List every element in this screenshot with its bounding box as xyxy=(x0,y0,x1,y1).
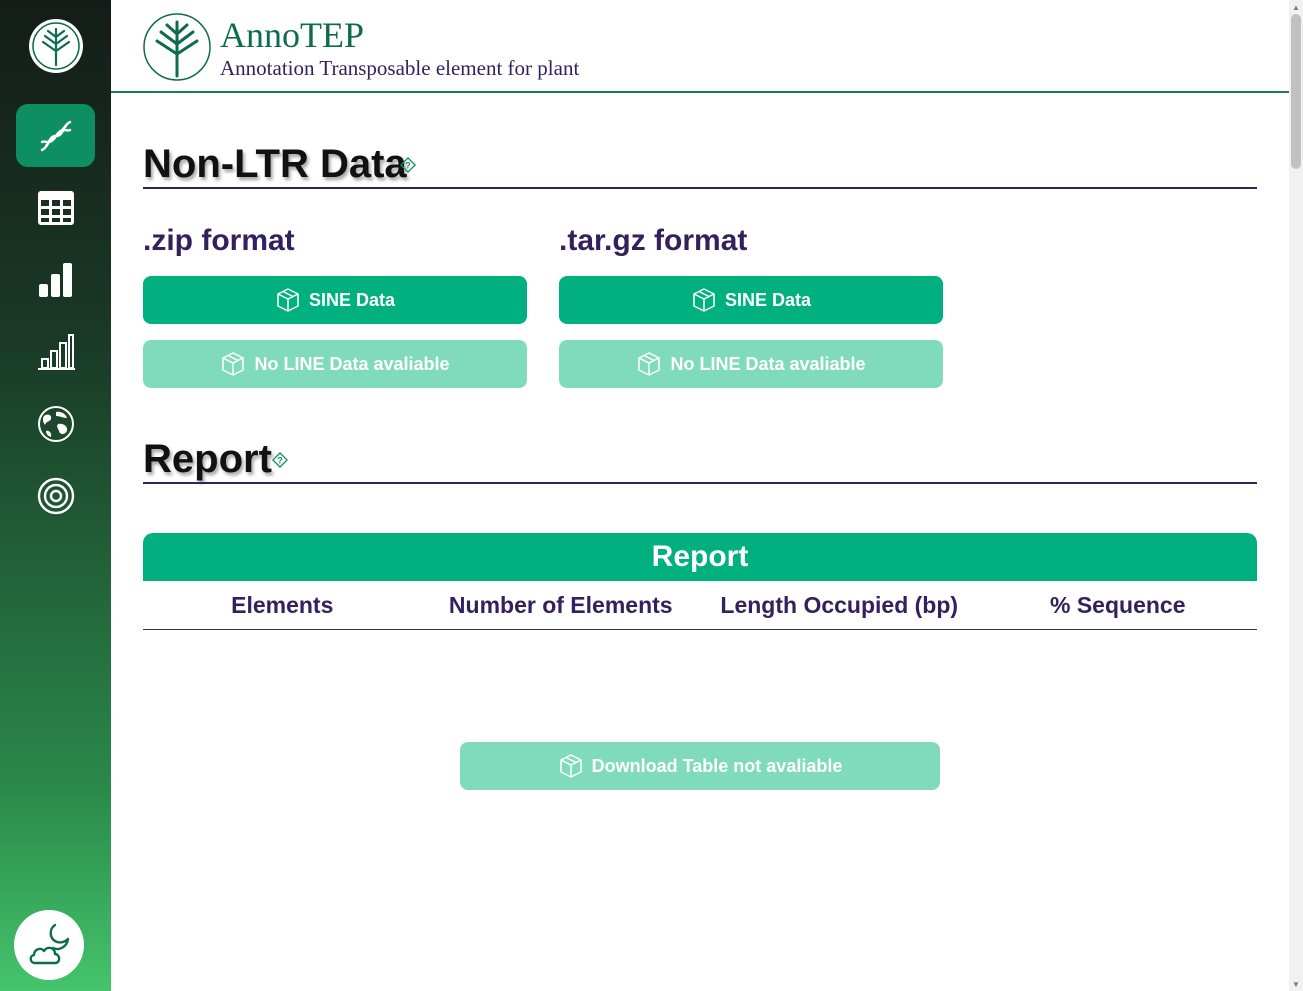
targz-sine-label: SINE Data xyxy=(724,289,812,310)
nav-item-target[interactable] xyxy=(16,464,95,527)
zip-sine-download-button[interactable]: SINE Data xyxy=(143,276,527,324)
nav-item-non-ltr[interactable] xyxy=(16,104,95,167)
column-header: % Sequence xyxy=(1050,591,1186,618)
target-icon xyxy=(37,477,74,514)
section-divider xyxy=(143,482,1257,484)
plant-logo-icon xyxy=(32,22,80,70)
help-icon[interactable]: ? xyxy=(272,452,288,468)
zip-sine-label: SINE Data xyxy=(308,289,396,310)
brand-title: AnnoTEP xyxy=(220,15,364,55)
globe-icon xyxy=(37,405,74,442)
nav-item-globe[interactable] xyxy=(16,392,95,455)
nav-item-bar-chart[interactable] xyxy=(16,248,95,311)
bar-chart-icon xyxy=(38,262,72,297)
theme-toggle-button[interactable] xyxy=(14,910,84,980)
targz-line-label: No LINE Data avaliable xyxy=(670,353,866,374)
moon-cloud-icon xyxy=(29,923,70,965)
sidebar xyxy=(0,0,111,991)
package-icon xyxy=(638,352,661,376)
svg-text:?: ? xyxy=(405,161,411,171)
download-table-button[interactable]: Download Table not avaliable xyxy=(460,742,940,790)
svg-text:?: ? xyxy=(277,456,283,466)
zip-line-download-button[interactable]: No LINE Data avaliable xyxy=(143,340,527,388)
scroll-down-arrow-icon[interactable]: ▼ xyxy=(1289,977,1303,991)
sidebar-logo[interactable] xyxy=(29,19,83,73)
download-table-label: Download Table not avaliable xyxy=(591,755,843,776)
targz-sine-download-button[interactable]: SINE Data xyxy=(559,276,943,324)
targz-line-download-button[interactable]: No LINE Data avaliable xyxy=(559,340,943,388)
column-header: Elements xyxy=(231,591,334,618)
annotep-logo-icon[interactable] xyxy=(142,12,212,82)
scroll-thumb[interactable] xyxy=(1291,14,1301,169)
app-header: AnnoTEP Annotation Transposable element … xyxy=(111,0,1289,93)
help-icon[interactable]: ? xyxy=(400,157,416,173)
dna-icon xyxy=(40,120,71,151)
zip-line-label: No LINE Data avaliable xyxy=(254,353,450,374)
report-table-columns: Elements Number of Elements Length Occup… xyxy=(143,581,1257,630)
targz-format-title: .tar.gz format xyxy=(559,224,748,257)
column-header: Number of Elements xyxy=(448,591,673,618)
nav-item-bar-chart-outline[interactable] xyxy=(16,320,95,383)
report-table-header: Report xyxy=(143,533,1257,581)
report-title: Report xyxy=(143,437,272,481)
zip-format-title: .zip format xyxy=(143,224,295,257)
package-icon xyxy=(559,754,582,778)
package-icon xyxy=(693,288,715,312)
column-header: Length Occupied (bp) xyxy=(720,591,959,618)
package-icon xyxy=(222,352,245,376)
bar-chart-outline-icon xyxy=(37,333,75,370)
non-ltr-title: Non-LTR Data xyxy=(143,142,407,186)
nav-item-tables[interactable] xyxy=(16,176,95,239)
page-scrollbar[interactable]: ▲ ▼ xyxy=(1289,0,1303,991)
table-icon xyxy=(37,190,74,225)
package-icon xyxy=(277,288,299,312)
brand-subtitle: Annotation Transposable element for plan… xyxy=(220,56,580,80)
scroll-up-arrow-icon[interactable]: ▲ xyxy=(1289,0,1303,14)
section-divider xyxy=(143,187,1257,189)
